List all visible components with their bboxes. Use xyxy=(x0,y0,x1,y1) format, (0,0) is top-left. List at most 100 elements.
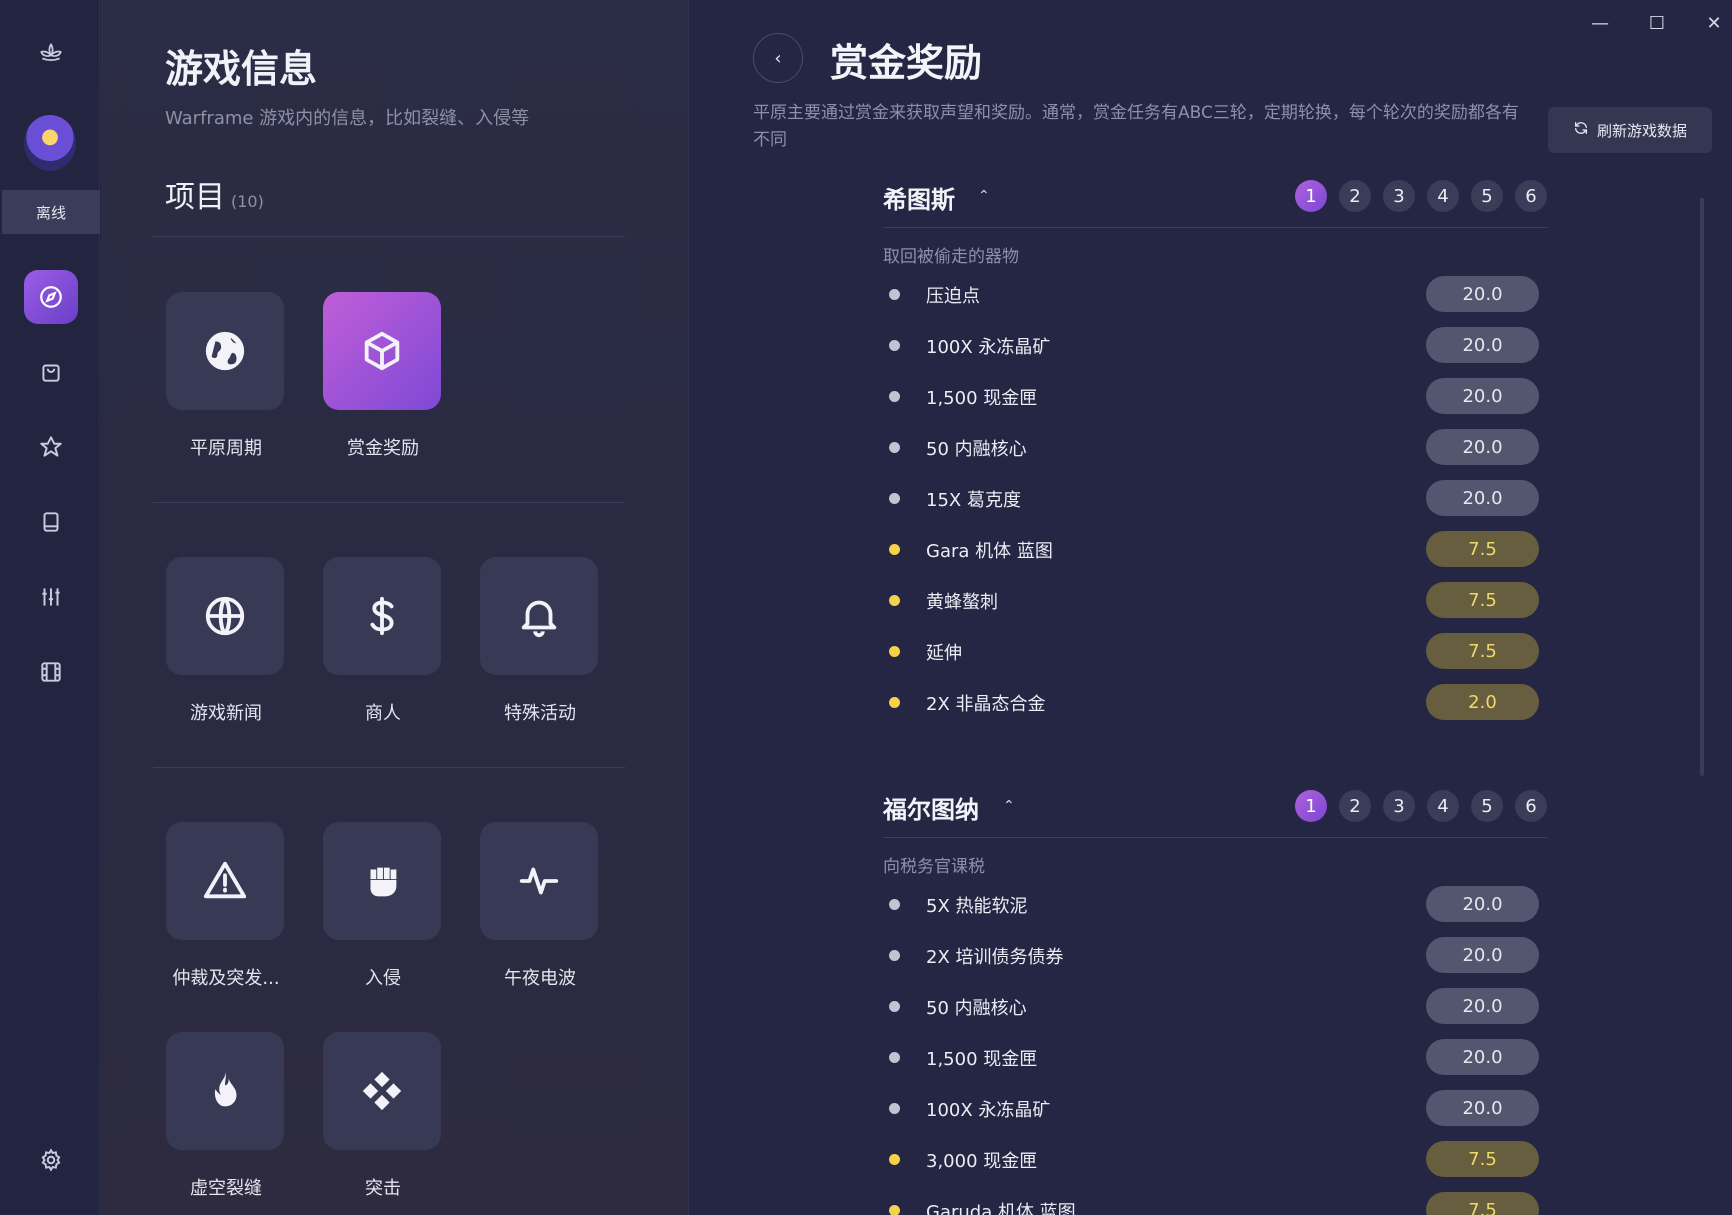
reward-name: 2X 培训债务债券 xyxy=(926,947,1064,968)
reward-row: 压迫点 20.0 xyxy=(883,270,1547,321)
page-button[interactable]: 3 xyxy=(1383,790,1415,822)
collapse-icon[interactable]: ⌃ xyxy=(978,188,990,204)
reward-name: 延伸 xyxy=(926,643,962,664)
tile-label: 商人 xyxy=(365,703,401,724)
sliders-icon[interactable] xyxy=(24,570,78,624)
reward-row: 50 内融核心 20.0 xyxy=(883,982,1547,1033)
rarity-dot xyxy=(889,595,900,606)
rarity-dot xyxy=(889,340,900,351)
collapse-icon[interactable]: ⌃ xyxy=(1003,798,1015,814)
zone-task: 取回被偷走的器物 xyxy=(883,247,1019,267)
tile-label: 特殊活动 xyxy=(504,703,576,724)
cube-icon[interactable] xyxy=(323,292,441,410)
page-button[interactable]: 4 xyxy=(1427,180,1459,212)
close-button[interactable]: ✕ xyxy=(1694,10,1732,36)
reward-row: 15X 葛克度 20.0 xyxy=(883,474,1547,525)
maximize-button[interactable]: ☐ xyxy=(1637,10,1677,36)
page-button[interactable]: 1 xyxy=(1295,790,1327,822)
tile-label: 仲裁及突发... xyxy=(172,968,280,989)
reward-name: 3,000 现金匣 xyxy=(926,1151,1038,1172)
minimize-button[interactable]: — xyxy=(1580,10,1620,36)
pulse-icon[interactable] xyxy=(480,822,598,940)
reward-chance: 20.0 xyxy=(1426,480,1539,516)
lotus-icon[interactable] xyxy=(24,26,78,80)
zone-name: 福尔图纳 xyxy=(883,796,979,824)
warning-icon[interactable] xyxy=(166,822,284,940)
refresh-button[interactable]: 刷新游戏数据 xyxy=(1548,107,1712,153)
dollar-icon[interactable] xyxy=(323,557,441,675)
refresh-icon xyxy=(1573,120,1589,140)
zone-name: 希图斯 xyxy=(883,186,955,214)
page-button[interactable]: 2 xyxy=(1339,790,1371,822)
tile-sortie[interactable]: 突击 xyxy=(323,1032,443,1200)
page-button[interactable]: 4 xyxy=(1427,790,1459,822)
reward-name: Garuda 机体 蓝图 xyxy=(926,1202,1076,1215)
reward-name: 压迫点 xyxy=(926,286,980,307)
reward-chance: 2.0 xyxy=(1426,684,1539,720)
rarity-dot xyxy=(889,1052,900,1063)
page-button[interactable]: 3 xyxy=(1383,180,1415,212)
gear-icon[interactable] xyxy=(24,1133,78,1187)
star-emblem-icon[interactable] xyxy=(24,420,78,474)
reward-row: 2X 培训债务债券 20.0 xyxy=(883,931,1547,982)
rotation-pager: 1 2 3 4 5 6 xyxy=(1295,790,1547,822)
globe-outline-icon[interactable] xyxy=(166,557,284,675)
reward-row: 延伸 7.5 xyxy=(883,627,1547,678)
tile-arbitration[interactable]: 仲裁及突发... xyxy=(166,822,286,990)
tile-bounty-rewards[interactable]: 赏金奖励 xyxy=(323,292,443,460)
reward-name: 50 内融核心 xyxy=(926,439,1027,460)
tile-label: 突击 xyxy=(365,1178,401,1199)
reward-chance: 20.0 xyxy=(1426,1090,1539,1126)
globe-solid-icon[interactable] xyxy=(166,292,284,410)
page-button[interactable]: 5 xyxy=(1471,790,1503,822)
refresh-label: 刷新游戏数据 xyxy=(1596,121,1687,140)
fist-icon[interactable] xyxy=(323,822,441,940)
compass-icon[interactable] xyxy=(24,270,78,324)
film-icon[interactable] xyxy=(24,645,78,699)
reward-row: 3,000 现金匣 7.5 xyxy=(883,1135,1547,1186)
reward-row: 黄蜂螯刺 7.5 xyxy=(883,576,1547,627)
page-button[interactable]: 1 xyxy=(1295,180,1327,212)
reward-row: 2X 非晶态合金 2.0 xyxy=(883,678,1547,729)
zone-task: 向税务官课税 xyxy=(883,857,985,877)
page-button[interactable]: 5 xyxy=(1471,180,1503,212)
tile-label: 午夜电波 xyxy=(504,968,576,989)
avatar[interactable] xyxy=(24,115,76,171)
reward-chance: 7.5 xyxy=(1426,582,1539,618)
reward-chance: 20.0 xyxy=(1426,276,1539,312)
back-button[interactable]: ‹ xyxy=(753,33,803,83)
tile-nightwave[interactable]: 午夜电波 xyxy=(480,822,600,990)
strike-icon[interactable] xyxy=(323,1032,441,1150)
page-title: 游戏信息 xyxy=(165,47,318,91)
reward-name: 1,500 现金匣 xyxy=(926,388,1038,409)
tile-label: 平原周期 xyxy=(190,438,262,459)
scrollbar[interactable] xyxy=(1700,198,1704,776)
reward-chance: 20.0 xyxy=(1426,429,1539,465)
rarity-dot xyxy=(889,697,900,708)
tile-label: 入侵 xyxy=(365,968,401,989)
book-icon[interactable] xyxy=(24,495,78,549)
tile-invasion[interactable]: 入侵 xyxy=(323,822,443,990)
flame-icon[interactable] xyxy=(166,1032,284,1150)
tile-plains-cycle[interactable]: 平原周期 xyxy=(166,292,286,460)
tile-merchant[interactable]: 商人 xyxy=(323,557,443,725)
page-button[interactable]: 6 xyxy=(1515,790,1547,822)
reward-name: 1,500 现金匣 xyxy=(926,1049,1038,1070)
page-button[interactable]: 6 xyxy=(1515,180,1547,212)
zone-fortuna: 福尔图纳 ⌃ 1 2 3 4 5 6 向税务官课税 5X 热能软泥 20.0 2X… xyxy=(883,782,1547,1215)
page-title: 赏金奖励 xyxy=(830,41,983,85)
reward-chance: 7.5 xyxy=(1426,531,1539,567)
page-button[interactable]: 2 xyxy=(1339,180,1371,212)
game-info-panel: 游戏信息 Warframe 游戏内的信息，比如裂缝、入侵等 项目 (10) 平原周… xyxy=(101,0,689,1215)
tile-void-fissures[interactable]: 虚空裂缝 xyxy=(166,1032,286,1200)
zone-header: 福尔图纳 ⌃ 1 2 3 4 5 6 xyxy=(883,782,1547,838)
reward-chance: 20.0 xyxy=(1426,1039,1539,1075)
bounty-rewards-panel: — ☐ ✕ ‹ 赏金奖励 平原主要通过赏金来获取声望和奖励。通常，赏金任务有AB… xyxy=(690,0,1732,1215)
reward-chance: 20.0 xyxy=(1426,886,1539,922)
tile-game-news[interactable]: 游戏新闻 xyxy=(166,557,286,725)
reward-row: 100X 永冻晶矿 20.0 xyxy=(883,1084,1547,1135)
bell-icon[interactable] xyxy=(480,557,598,675)
reward-chance: 20.0 xyxy=(1426,937,1539,973)
tile-special-events[interactable]: 特殊活动 xyxy=(480,557,600,725)
bag-icon[interactable] xyxy=(24,345,78,399)
